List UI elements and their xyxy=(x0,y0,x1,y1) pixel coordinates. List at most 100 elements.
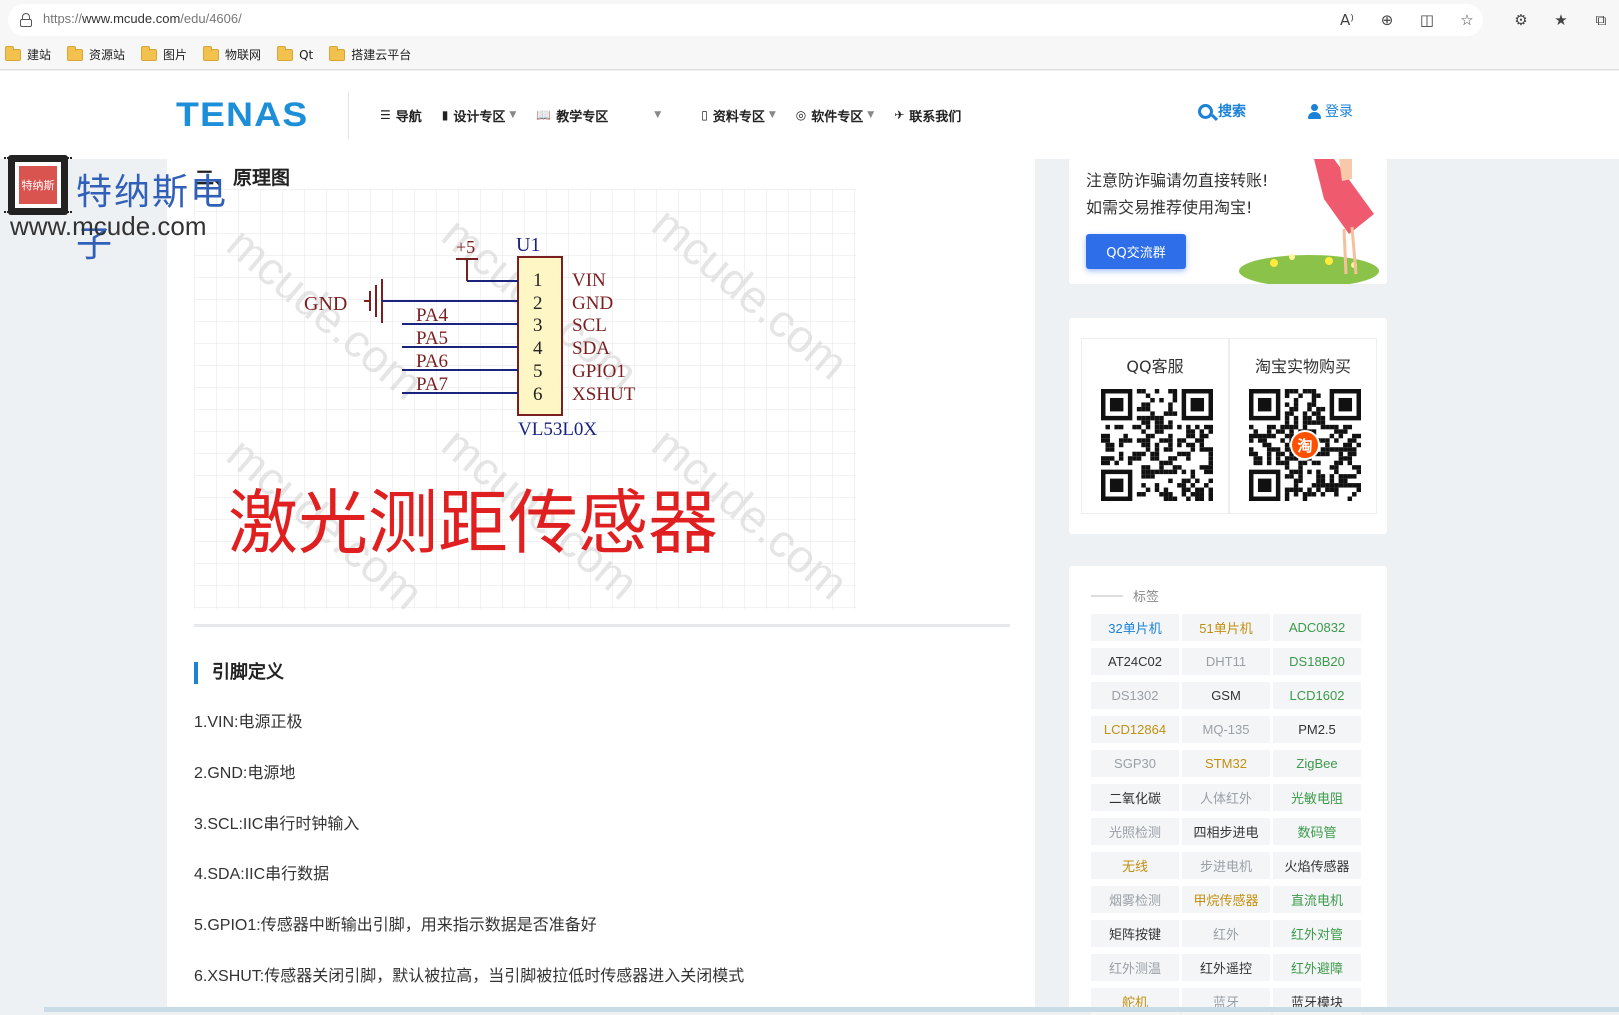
pin-name: GND xyxy=(572,293,613,314)
tag-item[interactable]: DS18B20 xyxy=(1273,648,1361,675)
tag-item[interactable]: 32单片机 xyxy=(1091,614,1179,641)
pin-definition-item: 3.SCL:IIC串行时钟输入 xyxy=(194,816,360,833)
pin-definition-item: 5.GPIO1:传感器中断输出引脚，用来指示数据是否准备好 xyxy=(194,917,597,934)
bookmark-item[interactable]: 资源站 xyxy=(67,45,125,63)
list-icon: ☰ xyxy=(380,108,391,122)
lock-icon[interactable] xyxy=(20,13,32,27)
section-divider xyxy=(194,624,1010,627)
bookmark-item[interactable]: 图片 xyxy=(141,45,187,63)
file-icon: ▯ xyxy=(701,108,708,122)
ref-label: U1 xyxy=(516,234,540,256)
chevron-down-icon: ▼ xyxy=(768,110,776,120)
tag-item[interactable]: 红外遥控 xyxy=(1182,954,1270,981)
split-screen-icon[interactable]: ◫ xyxy=(1412,5,1442,35)
user-icon xyxy=(1308,103,1321,119)
tag-item[interactable]: 火焰传感器 xyxy=(1273,852,1361,879)
tag-cloud: 32单片机 51单片机 ADC0832 AT24C02 DHT11 DS18B20 DS13… xyxy=(1091,614,1367,1015)
bookmark-item[interactable]: 建站 xyxy=(5,45,51,63)
pin-number: 3 xyxy=(533,315,543,336)
pin-number: 2 xyxy=(533,293,543,314)
pin-name: GPIO1 xyxy=(572,361,626,382)
folder-icon xyxy=(5,45,21,61)
nav-item-design[interactable]: ▮ 设计专区 ▼ xyxy=(442,106,517,125)
search-button[interactable]: 搜索 xyxy=(1198,101,1246,121)
tag-item[interactable]: 直流电机 xyxy=(1273,886,1361,913)
nav-item-teaching[interactable]: 📖 教学专区 ▼ xyxy=(536,106,681,125)
add-favorite-icon[interactable]: ☆ xyxy=(1452,5,1482,35)
taobao-title: 淘宝实物购买 xyxy=(1254,357,1351,376)
qq-group-button[interactable]: QQ交流群 xyxy=(1086,234,1186,269)
search-icon xyxy=(1198,103,1213,119)
pin-name: XSHUT xyxy=(572,384,636,405)
tag-item[interactable]: 步进电机 xyxy=(1182,852,1270,879)
watermark-url: www.mcude.com xyxy=(10,211,207,241)
tags-card: 标签 32单片机 51单片机 ADC0832 AT24C02 DHT11 DS18B20 D… xyxy=(1069,566,1387,1015)
book-icon: 📖 xyxy=(536,108,552,122)
nav-item-docs[interactable]: ▯ 资料专区 ▼ xyxy=(701,106,776,125)
tag-item[interactable]: MQ-135 xyxy=(1182,716,1270,743)
tag-item[interactable]: 四相步进电 xyxy=(1182,818,1270,845)
tag-item[interactable]: 红外 xyxy=(1182,920,1270,947)
pin-definition-heading: 引脚定义 xyxy=(194,662,284,684)
tag-item[interactable]: 红外对管 xyxy=(1273,920,1361,947)
favorites-icon[interactable]: ★ xyxy=(1546,5,1576,35)
tag-item[interactable]: 红外测温 xyxy=(1091,954,1179,981)
pin-name: SDA xyxy=(572,338,610,359)
zoom-icon[interactable]: ⊕ xyxy=(1372,5,1402,35)
schematic-image: mcude.com mcude.com mcude.com mcude.com … xyxy=(194,189,856,609)
chip-icon: ▮ xyxy=(441,108,449,122)
tag-item[interactable]: DS1302 xyxy=(1091,682,1179,709)
chevron-down-icon: ▼ xyxy=(654,110,662,120)
tag-item[interactable]: 矩阵按键 xyxy=(1091,920,1179,947)
send-icon: ✈ xyxy=(894,108,905,122)
schematic-caption: 激光测距传感器 xyxy=(228,482,718,564)
tag-item[interactable]: 51单片机 xyxy=(1182,614,1270,641)
nav-item-contact[interactable]: ✈ 联系我们 xyxy=(894,106,961,125)
tag-item[interactable]: 光敏电阻 xyxy=(1273,784,1361,811)
tag-item[interactable]: 光照检测 xyxy=(1091,818,1179,845)
tag-item[interactable]: 人体红外 xyxy=(1182,784,1270,811)
article-content: 二、原理图 mcude.com mcude.com mcude.com mcud… xyxy=(167,159,1035,1012)
tag-item[interactable]: DHT11 xyxy=(1182,648,1270,675)
url-text[interactable]: https://www.mcude.com/edu/4606/ xyxy=(43,11,242,26)
site-logo[interactable]: TENAS xyxy=(176,96,308,135)
bookmark-item[interactable]: Qt xyxy=(277,45,313,62)
bookmark-item[interactable]: 搭建云平台 xyxy=(329,45,411,63)
tag-item[interactable]: 二氧化碳 xyxy=(1091,784,1179,811)
folder-icon xyxy=(203,45,220,61)
tag-item[interactable]: 甲烷传感器 xyxy=(1182,886,1270,913)
tag-item[interactable]: 无线 xyxy=(1091,852,1179,879)
bookmarks-bar: 建站 资源站 图片 物联网 Qt 搭建云平台 xyxy=(0,40,1619,70)
tag-item[interactable]: ZigBee xyxy=(1273,750,1361,777)
pin-number: 4 xyxy=(533,338,543,359)
tag-item[interactable]: GSM xyxy=(1182,682,1270,709)
tag-item[interactable]: 红外避障 xyxy=(1273,954,1361,981)
address-bar[interactable]: https://www.mcude.com/edu/4606/ xyxy=(8,4,1483,36)
collections-icon[interactable]: ⧉ xyxy=(1586,5,1616,35)
qq-service-box[interactable]: QQ客服 xyxy=(1081,338,1229,514)
tag-item[interactable]: STM32 xyxy=(1182,750,1270,777)
taobao-box[interactable]: 淘宝实物购买 淘 xyxy=(1229,338,1377,514)
qq-service-title: QQ客服 xyxy=(1126,357,1184,376)
chevron-down-icon: ▼ xyxy=(867,110,875,120)
nav-item-guide[interactable]: ☰ 导航 xyxy=(380,106,422,125)
tag-item[interactable]: SGP30 xyxy=(1091,750,1179,777)
nav-item-software[interactable]: ◎ 软件专区 ▼ xyxy=(796,106,874,125)
bookmark-item[interactable]: 物联网 xyxy=(203,45,261,63)
promo-card: 注意防诈骗请勿直接转账! 如需交易推荐使用淘宝! QQ交流群 xyxy=(1069,159,1387,284)
tag-item[interactable]: LCD12864 xyxy=(1091,716,1179,743)
pin-number: 1 xyxy=(533,270,543,291)
tag-item[interactable]: ADC0832 xyxy=(1273,614,1361,641)
tag-item[interactable]: PM2.5 xyxy=(1273,716,1361,743)
extensions-icon[interactable]: ⚙ xyxy=(1506,5,1536,35)
tag-item[interactable]: 烟雾检测 xyxy=(1091,886,1179,913)
login-button[interactable]: 登录 xyxy=(1308,101,1353,121)
read-aloud-icon[interactable]: A⁾ xyxy=(1332,5,1362,35)
pin-definition-item: 2.GND:电源地 xyxy=(194,765,296,782)
tag-item[interactable]: AT24C02 xyxy=(1091,648,1179,675)
pin-definition-item: 4.SDA:IIC串行数据 xyxy=(194,866,330,883)
browser-toolbar: https://www.mcude.com/edu/4606/ A⁾ ⊕ ◫ ☆… xyxy=(0,0,1619,40)
tag-item[interactable]: 数码管 xyxy=(1273,818,1361,845)
taobao-logo-icon: 淘 xyxy=(1290,430,1320,460)
tag-item[interactable]: LCD1602 xyxy=(1273,682,1361,709)
